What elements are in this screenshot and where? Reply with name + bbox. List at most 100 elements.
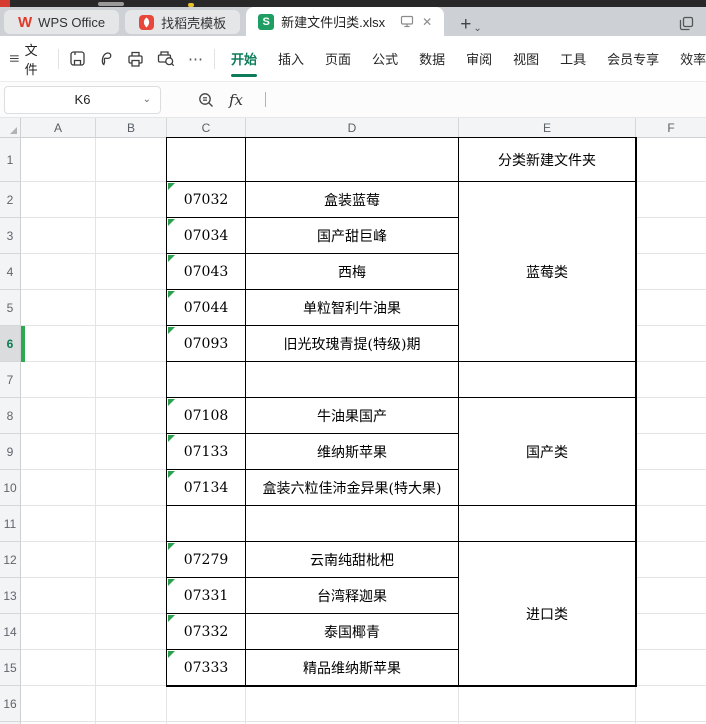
ribbon-tab-insert[interactable]: 插入 <box>278 49 304 68</box>
cell-F6[interactable] <box>636 326 706 362</box>
cell-D11[interactable] <box>246 506 459 542</box>
monitor-icon[interactable] <box>400 15 414 28</box>
cell-D3[interactable]: 国产甜巨峰 <box>246 218 459 254</box>
cell-B1[interactable] <box>96 138 167 182</box>
cell-B3[interactable] <box>96 218 167 254</box>
ribbon-tab-home[interactable]: 开始 <box>231 49 257 68</box>
cell-C6[interactable]: 07093 <box>167 326 246 362</box>
cell-B2[interactable] <box>96 182 167 218</box>
new-tab-button[interactable]: + <box>460 15 471 34</box>
cell-F5[interactable] <box>636 290 706 326</box>
cell-B11[interactable] <box>96 506 167 542</box>
cell-A16[interactable] <box>21 686 96 722</box>
row-header-9[interactable]: 9 <box>0 434 21 470</box>
cell-C8[interactable]: 07108 <box>167 398 246 434</box>
cell-B13[interactable] <box>96 578 167 614</box>
select-all-corner[interactable] <box>0 118 21 138</box>
cell-D12[interactable]: 云南纯甜枇杷 <box>246 542 459 578</box>
row-header-15[interactable]: 15 <box>0 650 21 686</box>
ribbon-tab-member[interactable]: 会员专享 <box>607 49 659 68</box>
cell-D2[interactable]: 盒装蓝莓 <box>246 182 459 218</box>
cell-B12[interactable] <box>96 542 167 578</box>
cell-A1[interactable] <box>21 138 96 182</box>
cell-C16[interactable] <box>167 686 246 722</box>
cell-B10[interactable] <box>96 470 167 506</box>
ribbon-tab-tools[interactable]: 工具 <box>560 49 586 68</box>
row-header-14[interactable]: 14 <box>0 614 21 650</box>
cell-F15[interactable] <box>636 650 706 686</box>
cell-B15[interactable] <box>96 650 167 686</box>
cell-C10[interactable]: 07134 <box>167 470 246 506</box>
cell-D1[interactable] <box>246 138 459 182</box>
cell-B6[interactable] <box>96 326 167 362</box>
name-box[interactable]: K6 ⌄ <box>4 85 161 114</box>
cell-F7[interactable] <box>636 362 706 398</box>
column-header-B[interactable]: B <box>96 118 167 138</box>
cell-A15[interactable] <box>21 650 96 686</box>
tab-wps-office[interactable]: W WPS Office <box>4 10 120 34</box>
cell-F8[interactable] <box>636 398 706 434</box>
cell-B14[interactable] <box>96 614 167 650</box>
cell-A2[interactable] <box>21 182 96 218</box>
fx-icon[interactable]: fx <box>229 91 243 109</box>
column-header-F[interactable]: F <box>636 118 706 138</box>
cell-F16[interactable] <box>636 686 706 722</box>
window-copy-icon[interactable] <box>679 16 694 31</box>
cell-A14[interactable] <box>21 614 96 650</box>
ribbon-tab-page[interactable]: 页面 <box>325 49 351 68</box>
ribbon-tab-view[interactable]: 视图 <box>513 49 539 68</box>
cell-C1[interactable] <box>167 138 246 182</box>
cell-A10[interactable] <box>21 470 96 506</box>
ribbon-tab-efficiency[interactable]: 效率 <box>680 49 706 68</box>
cell-A8[interactable] <box>21 398 96 434</box>
ribbon-tab-review[interactable]: 审阅 <box>466 49 492 68</box>
cell-A12[interactable] <box>21 542 96 578</box>
cell-F11[interactable] <box>636 506 706 542</box>
cell-C14[interactable]: 07332 <box>167 614 246 650</box>
cell-B8[interactable] <box>96 398 167 434</box>
row-header-2[interactable]: 2 <box>0 182 21 218</box>
cell-D4[interactable]: 西梅 <box>246 254 459 290</box>
cell-F1[interactable] <box>636 138 706 182</box>
cell-D16[interactable] <box>246 686 459 722</box>
row-header-13[interactable]: 13 <box>0 578 21 614</box>
cell-F3[interactable] <box>636 218 706 254</box>
name-box-chevron-icon[interactable]: ⌄ <box>143 94 151 105</box>
column-header-C[interactable]: C <box>167 118 246 138</box>
category-cell-E11[interactable] <box>459 506 636 542</box>
cell-C9[interactable]: 07133 <box>167 434 246 470</box>
cell-A6[interactable] <box>21 326 96 362</box>
column-header-A[interactable]: A <box>21 118 96 138</box>
category-cell-E7[interactable] <box>459 362 636 398</box>
close-tab-icon[interactable]: ✕ <box>422 15 432 29</box>
row-header-12[interactable]: 12 <box>0 542 21 578</box>
cell-D6[interactable]: 旧光玫瑰青提(特级)期 <box>246 326 459 362</box>
cell-C15[interactable]: 07333 <box>167 650 246 686</box>
cell-A7[interactable] <box>21 362 96 398</box>
ribbon-tab-formula[interactable]: 公式 <box>372 49 398 68</box>
row-header-5[interactable]: 5 <box>0 290 21 326</box>
cell-C3[interactable]: 07034 <box>167 218 246 254</box>
cell-F13[interactable] <box>636 578 706 614</box>
cell-B4[interactable] <box>96 254 167 290</box>
row-header-7[interactable]: 7 <box>0 362 21 398</box>
row-header-11[interactable]: 11 <box>0 506 21 542</box>
search-function-icon[interactable] <box>197 91 215 109</box>
new-tab-chevron-icon[interactable]: ⌄ <box>473 23 481 34</box>
cell-C13[interactable]: 07331 <box>167 578 246 614</box>
cell-D7[interactable] <box>246 362 459 398</box>
cell-A5[interactable] <box>21 290 96 326</box>
cell-D9[interactable]: 维纳斯苹果 <box>246 434 459 470</box>
cell-F2[interactable] <box>636 182 706 218</box>
cell-A13[interactable] <box>21 578 96 614</box>
ribbon-tab-data[interactable]: 数据 <box>419 49 445 68</box>
cell-D8[interactable]: 牛油果国产 <box>246 398 459 434</box>
cell-F10[interactable] <box>636 470 706 506</box>
column-header-D[interactable]: D <box>246 118 459 138</box>
category-cell-E2[interactable]: 蓝莓类 <box>459 182 636 362</box>
row-header-8[interactable]: 8 <box>0 398 21 434</box>
cell-E16[interactable] <box>459 686 636 722</box>
tab-docer-templates[interactable]: 找稻壳模板 <box>125 10 241 34</box>
cell-F4[interactable] <box>636 254 706 290</box>
cell-D5[interactable]: 单粒智利牛油果 <box>246 290 459 326</box>
